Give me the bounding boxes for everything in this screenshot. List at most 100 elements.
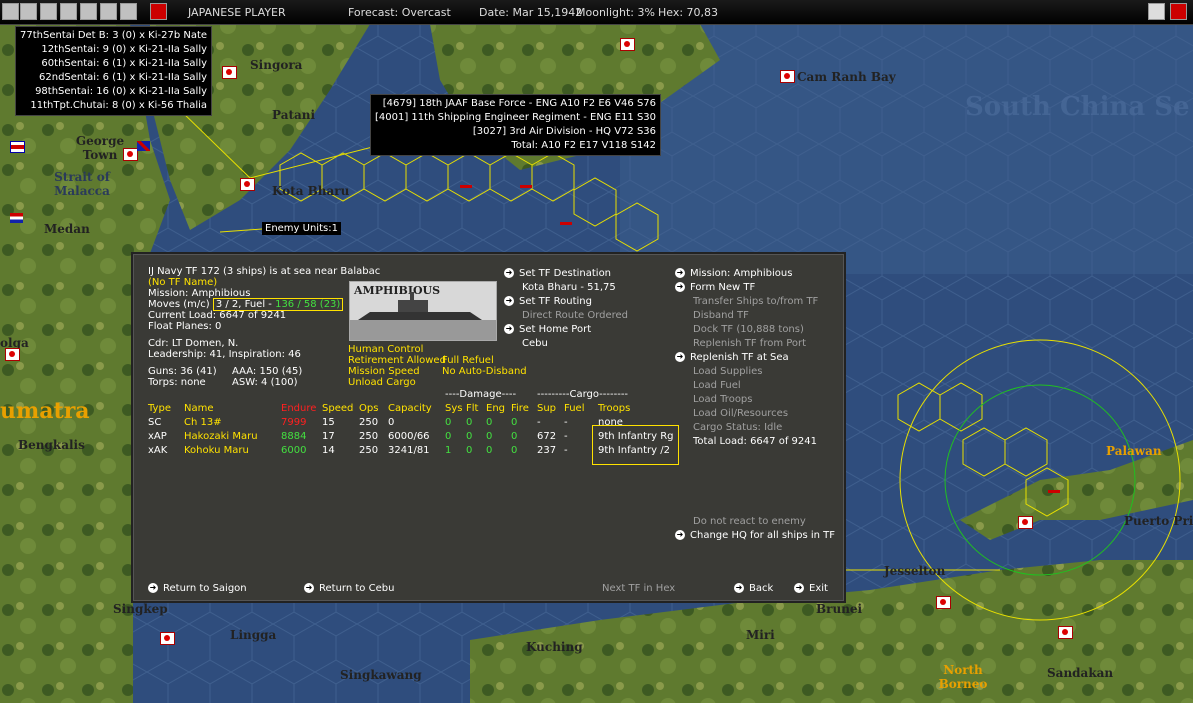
next-tf-button[interactable]: Next TF in Hex [602, 582, 675, 596]
map-label-singkawang: Singkawang [340, 668, 422, 682]
set-destination-button[interactable]: ➜ Set TF Destination [504, 267, 611, 281]
base-flag-icon[interactable] [160, 632, 175, 645]
disband-tf-button[interactable]: Disband TF [693, 309, 749, 323]
table-cell: 0 [466, 431, 473, 442]
unload-cargo-toggle[interactable]: Unload Cargo [348, 376, 416, 390]
troops-highlight [592, 425, 679, 465]
return-saigon-button[interactable]: ➜ Return to Saigon [148, 582, 247, 596]
table-cell: - [564, 417, 568, 428]
base-flag-icon[interactable] [620, 38, 635, 51]
target-icon[interactable] [60, 3, 77, 20]
column-header[interactable]: Troops [598, 402, 630, 416]
mission-button[interactable]: ➜ Mission: Amphibious [675, 267, 792, 281]
table-cell: 250 [359, 417, 379, 428]
dutch-flag-icon[interactable] [10, 141, 25, 153]
flag-icon[interactable] [1148, 3, 1165, 20]
base-flag-icon[interactable] [5, 348, 20, 361]
base-flag-icon[interactable] [936, 596, 951, 609]
window-icon[interactable] [120, 3, 137, 20]
base-flag-icon[interactable] [1058, 626, 1073, 639]
table-cell: 0 [486, 445, 493, 456]
exit-button[interactable]: ➜ Exit [794, 582, 828, 596]
grid-icon[interactable] [20, 3, 37, 20]
tf-leadership: Leadership: 41, Inspiration: 46 [148, 349, 301, 360]
load-troops-button[interactable]: Load Troops [693, 393, 753, 407]
table-cell: 14 [322, 445, 335, 456]
task-force-panel: IJ Navy TF 172 (3 ships) is at sea near … [133, 254, 844, 601]
column-header[interactable]: Type [148, 402, 171, 416]
replenish-port-button[interactable]: Replenish TF from Port [693, 337, 806, 351]
arrow-icon: ➜ [304, 583, 314, 593]
close-icon[interactable] [1170, 3, 1187, 20]
table-cell: xAP [148, 431, 167, 442]
globe-icon[interactable] [40, 3, 57, 20]
column-header[interactable]: Name [184, 402, 214, 416]
cargo-header: ---------Cargo-------- [537, 389, 629, 400]
column-header[interactable]: Sys [445, 402, 462, 416]
replenish-sea-button[interactable]: ➜ Replenish TF at Sea [675, 351, 789, 365]
column-header[interactable]: Fuel [564, 402, 584, 416]
back-button[interactable]: ➜ Back [734, 582, 773, 596]
map-label-jesselton: Jesselton [884, 564, 946, 578]
table-cell: 0 [511, 417, 518, 428]
ship-marker-icon[interactable] [520, 185, 532, 188]
base-flag-icon[interactable] [780, 70, 795, 83]
ship-marker-icon[interactable] [460, 185, 472, 188]
base-flag-icon[interactable] [123, 148, 138, 161]
base-flag-icon[interactable] [240, 178, 255, 191]
ship-name-link[interactable]: Kohoku Maru [184, 444, 249, 458]
auto-disband-toggle[interactable]: No Auto-Disband [442, 365, 527, 379]
ob-icon[interactable] [80, 3, 97, 20]
column-header[interactable]: Endure [281, 402, 316, 416]
set-routing-button[interactable]: ➜ Set TF Routing [504, 295, 592, 309]
transfer-ships-button[interactable]: Transfer Ships to/from TF [693, 295, 818, 309]
table-cell: - [564, 431, 568, 442]
change-hq-button[interactable]: ➜ Change HQ for all ships in TF [675, 529, 835, 543]
dutch-flag-icon[interactable] [10, 213, 23, 223]
ship-marker-icon[interactable] [1048, 490, 1060, 493]
table-cell: 250 [359, 445, 379, 456]
set-home-label: Set Home Port [519, 324, 592, 335]
map-label-bengkalis: Bengkalis [18, 438, 85, 452]
table-cell: 0 [486, 431, 493, 442]
ground-unit-row: [4001] 11th Shipping Engineer Regiment -… [375, 112, 657, 123]
form-new-tf-button[interactable]: ➜ Form New TF [675, 281, 755, 295]
column-header[interactable]: Flt [466, 402, 478, 416]
british-flag-icon[interactable] [137, 141, 150, 151]
column-header[interactable]: Capacity [388, 402, 432, 416]
table-cell: 250 [359, 431, 379, 442]
base-flag-icon[interactable] [222, 66, 237, 79]
table-cell: 15 [322, 417, 335, 428]
map-label-kuching: Kuching [526, 640, 583, 654]
map-label-puerto: Puerto Prin [1124, 514, 1193, 528]
list-icon[interactable] [100, 3, 117, 20]
column-header[interactable]: Speed [322, 402, 353, 416]
column-header[interactable]: Fire [511, 402, 529, 416]
play-icon[interactable] [150, 3, 167, 20]
table-cell: 0 [445, 431, 452, 442]
column-header[interactable]: Eng [486, 402, 505, 416]
dock-tf-button[interactable]: Dock TF (10,888 tons) [693, 323, 804, 337]
table-cell: 0 [511, 445, 518, 456]
load-oil-button[interactable]: Load Oil/Resources [693, 407, 788, 421]
forecast-label: Forecast: Overcast [348, 6, 451, 19]
ship-marker-icon[interactable] [560, 222, 572, 225]
damage-header: ----Damage---- [445, 389, 517, 400]
load-fuel-button[interactable]: Load Fuel [693, 379, 741, 393]
menu-icon[interactable] [2, 3, 19, 20]
column-header[interactable]: Ops [359, 402, 378, 416]
replenish-sea-label: Replenish TF at Sea [690, 352, 789, 363]
ship-name-link[interactable]: Hakozaki Maru [184, 430, 258, 444]
base-flag-icon[interactable] [1018, 516, 1033, 529]
return-cebu-button[interactable]: ➜ Return to Cebu [304, 582, 394, 596]
no-react-toggle[interactable]: Do not react to enemy [693, 515, 806, 529]
load-supplies-button[interactable]: Load Supplies [693, 365, 762, 379]
air-unit-row: 98thSentai: 16 (0) x Ki-21-IIa Sally [35, 86, 208, 97]
set-home-port-button[interactable]: ➜ Set Home Port [504, 323, 591, 337]
ship-name-link[interactable]: Ch 13# [184, 416, 222, 430]
ground-unit-row: [3027] 3rd Air Division - HQ V72 S36 [472, 126, 657, 137]
arrow-icon: ➜ [675, 268, 685, 278]
column-header[interactable]: Sup [537, 402, 556, 416]
map-label-north-borneo: North Borneo [938, 663, 988, 691]
map-label-strait: Strait of Malacca [54, 170, 110, 198]
